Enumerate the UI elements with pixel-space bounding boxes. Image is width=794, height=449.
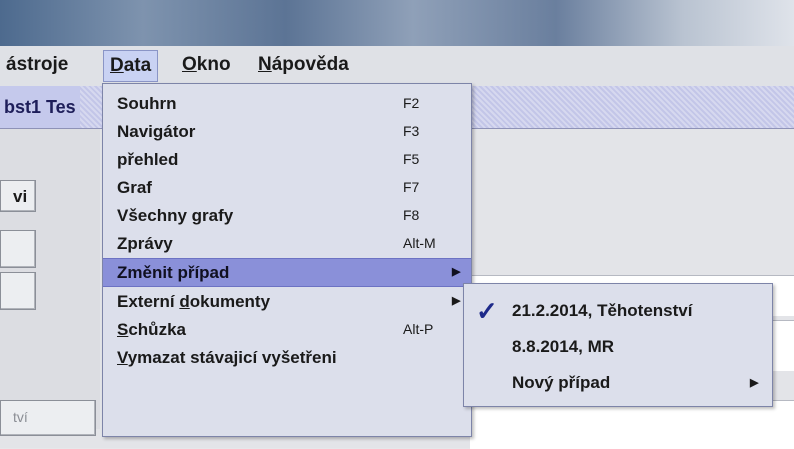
menu-item-shortcut: F8 <box>403 207 420 223</box>
left-button-1[interactable]: vi <box>0 180 36 212</box>
menu-item-shortcut: F3 <box>403 123 420 139</box>
menu-item-label: Graf <box>117 178 152 197</box>
menu-item-label: Externí dokumenty <box>117 292 271 311</box>
menu-item-navigator[interactable]: Navigátor F3 <box>103 118 471 145</box>
menu-window-rest: kno <box>196 54 231 75</box>
menu-item-prehled[interactable]: přehled F5 <box>103 146 471 173</box>
data-menu-dropdown: Souhrn F2 Navigátor F3 přehled F5 Graf F… <box>102 83 472 437</box>
menu-item-label: Zprávy <box>117 234 173 253</box>
menu-item-shortcut: Alt-M <box>403 235 436 251</box>
menu-item-shortcut: F2 <box>403 95 420 111</box>
desktop-background <box>0 0 794 46</box>
menu-item-label: přehled <box>117 150 179 169</box>
triangle-right-icon: ▶ <box>452 266 461 278</box>
menu-item-zpravy[interactable]: Zprávy Alt-M <box>103 230 471 257</box>
content-row-3 <box>470 400 794 449</box>
left-button-3[interactable] <box>0 272 36 310</box>
menu-bar: ástroje Data Okno Nápověda <box>0 46 794 87</box>
submenu-item-label: 21.2.2014, Těhotenství <box>512 301 693 320</box>
menu-item-label: Schůzka <box>117 320 186 339</box>
left-button-2[interactable] <box>0 230 36 268</box>
menu-item-souhrn[interactable]: Souhrn F2 <box>103 90 471 117</box>
menu-data-rest: ata <box>123 55 152 76</box>
menu-window[interactable]: Okno <box>176 50 237 80</box>
menu-item-label: Všechny grafy <box>117 206 234 225</box>
menu-item-shortcut: F7 <box>403 179 420 195</box>
case-submenu: ✓ 21.2.2014, Těhotenství 8.8.2014, MR No… <box>463 283 773 407</box>
menu-item-vymazat[interactable]: Vymazat stávajicí vyšetřeni <box>103 344 471 371</box>
menu-item-shortcut: Alt-P <box>403 321 434 337</box>
submenu-item-label: Nový případ <box>512 373 611 392</box>
submenu-item-new-case[interactable]: Nový případ ▶ <box>464 366 772 400</box>
triangle-right-icon: ▶ <box>452 295 461 307</box>
menu-data-mnemonic: D <box>110 55 124 76</box>
submenu-item-label: 8.8.2014, MR <box>512 337 615 356</box>
menu-item-vsechny-grafy[interactable]: Všechny grafy F8 <box>103 202 471 229</box>
window-title: bst1 Tes <box>0 86 80 128</box>
menu-item-schuzka[interactable]: Schůzka Alt-P <box>103 316 471 343</box>
menu-help-mnemonic: N <box>258 54 272 75</box>
menu-item-shortcut: F5 <box>403 151 420 167</box>
menu-item-zmenit-pripad[interactable]: Změnit případ ▶ <box>103 258 471 287</box>
checkmark-icon: ✓ <box>476 296 498 326</box>
menu-item-label: Navigátor <box>117 122 196 141</box>
menu-item-label: Změnit případ <box>117 263 230 282</box>
triangle-right-icon: ▶ <box>750 377 759 389</box>
menu-item-externi-dokumenty[interactable]: Externí dokumenty ▶ <box>103 288 471 315</box>
menu-window-mnemonic: O <box>182 54 197 75</box>
menu-item-label: Vymazat stávajicí vyšetřeni <box>117 348 337 367</box>
menu-tools[interactable]: ástroje <box>0 50 74 80</box>
menu-item-graf[interactable]: Graf F7 <box>103 174 471 201</box>
left-button-bottom[interactable]: tví <box>0 400 96 436</box>
submenu-item-case-1[interactable]: ✓ 21.2.2014, Těhotenství <box>464 294 772 328</box>
menu-data[interactable]: Data <box>103 50 159 82</box>
menu-help[interactable]: Nápověda <box>252 50 355 80</box>
menu-help-rest: ápověda <box>271 54 349 75</box>
menu-item-label: Souhrn <box>117 94 177 113</box>
submenu-item-case-2[interactable]: 8.8.2014, MR <box>464 330 772 364</box>
